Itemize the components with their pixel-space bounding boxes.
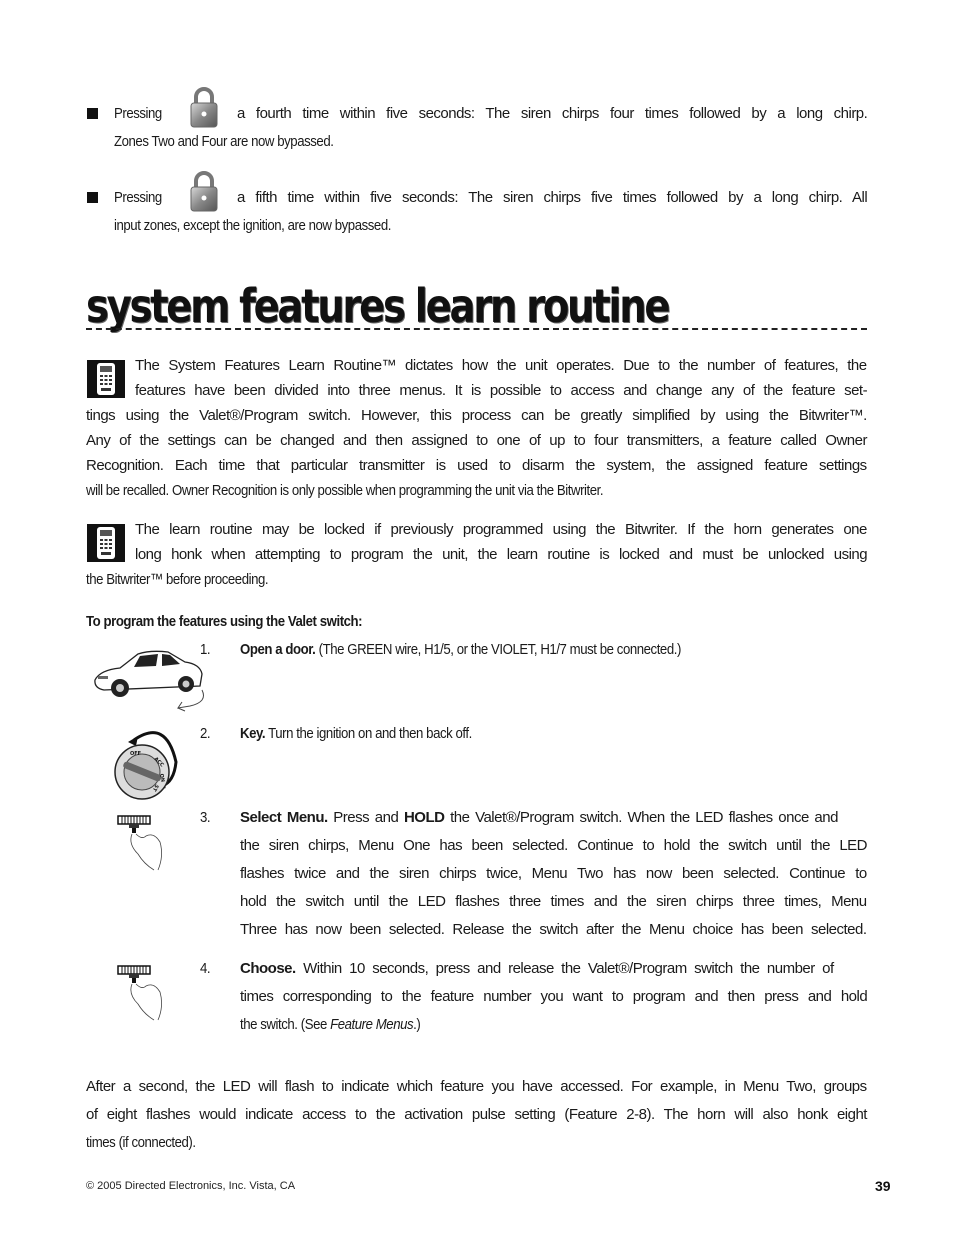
step-number: 2.	[200, 725, 211, 742]
step-number: 1.	[200, 641, 211, 658]
step-text: (The GREEN wire, H1/5, or the VIOLET, H1…	[318, 641, 682, 658]
bullet-text: a fifth time within five seconds: The si…	[237, 189, 868, 206]
bitwriter-icon	[87, 524, 125, 562]
paragraph-line: long honk when attempting to program the…	[135, 546, 868, 563]
step-emphasis: HOLD	[403, 809, 445, 826]
car-door-icon	[94, 650, 204, 712]
step-title: Key.	[240, 725, 266, 742]
procedure-subheading: To program the features using the Valet …	[86, 613, 363, 630]
paragraph-line: The System Features Learn Routine™ dicta…	[135, 357, 867, 374]
paragraph-line: times (if connected).	[86, 1134, 196, 1151]
step-text: Press and	[333, 809, 399, 826]
step-title: Open a door.	[240, 641, 316, 658]
paragraph-line: The learn routine may be locked if previ…	[135, 521, 867, 538]
bitwriter-icon	[87, 360, 125, 398]
bullet-text: a fourth time within five seconds: The s…	[237, 105, 868, 122]
step-text: Within 10 seconds, press and release the…	[303, 960, 834, 977]
valet-switch-press-icon	[117, 815, 162, 871]
paragraph-line: the Bitwriter™ before proceeding.	[86, 571, 269, 588]
lock-icon	[190, 87, 218, 128]
step-text: hold the switch until the LED flashes th…	[240, 893, 867, 910]
paragraph-line: will be recalled. Owner Recognition is o…	[86, 482, 604, 499]
paragraph-line: of eight flashes would indicate access t…	[86, 1106, 867, 1123]
footer-copyright: © 2005 Directed Electronics, Inc. Vista,…	[86, 1180, 296, 1192]
step-title: Select Menu.	[240, 809, 328, 826]
bullet-text-cont: input zones, except the ignition, are no…	[114, 217, 391, 234]
lock-icon	[190, 171, 218, 212]
step-text: .)	[413, 1016, 421, 1033]
bullet-text-cont: Zones Two and Four are now bypassed.	[114, 133, 334, 150]
step-text: flashes twice and the siren chirps twice…	[240, 865, 867, 882]
step-text: Turn the ignition on and then back off.	[268, 725, 472, 742]
paragraph-line: features have been divided into three me…	[135, 382, 868, 399]
paragraph-line: tings using the Valet®/Program switch. H…	[86, 407, 867, 424]
step-text: times corresponding to the feature numbe…	[240, 988, 868, 1005]
bullet-prefix: Pressing	[114, 105, 162, 122]
bullet-square	[87, 192, 98, 203]
paragraph-line: Any of the settings can be changed and t…	[86, 432, 867, 449]
paragraph-line: Recognition. Each time that particular t…	[86, 457, 867, 474]
feature-menus-reference: Feature Menus	[330, 1016, 414, 1033]
ignition-label-off: OFF	[130, 751, 141, 757]
section-heading: system features learn routine	[86, 279, 671, 333]
page-number: 39	[875, 1178, 891, 1194]
bullet-square	[87, 108, 98, 119]
paragraph-line: After a second, the LED will flash to in…	[86, 1078, 867, 1095]
bullet-prefix: Pressing	[114, 189, 162, 206]
step-text: the Valet®/Program switch. When the LED …	[450, 809, 838, 826]
step-text: Three has now been selected. Release the…	[240, 921, 867, 938]
heading-dashed-rule	[86, 328, 867, 330]
step-title: Choose.	[240, 960, 296, 977]
step-text: the siren chirps, Menu One has been sele…	[240, 837, 868, 854]
step-number: 3.	[200, 809, 211, 826]
step-number: 4.	[200, 960, 211, 977]
valet-switch-press-icon	[117, 965, 162, 1021]
step-text: the switch. (See	[240, 1016, 327, 1033]
ignition-key-icon: OFF ACC ON ST	[114, 731, 178, 800]
